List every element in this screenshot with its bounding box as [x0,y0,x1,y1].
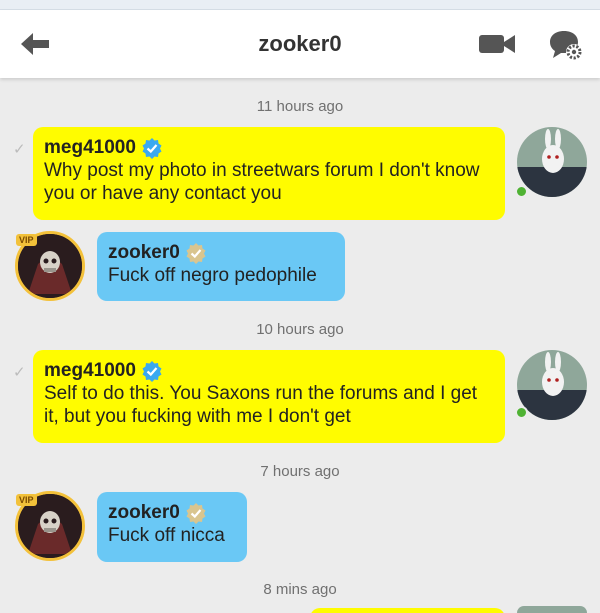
message-bubble-outgoing[interactable]: zooker0 Fuck off negro pedophile [97,232,345,301]
timestamp: 7 hours ago [260,463,340,480]
status-strip [0,0,600,10]
timestamp: 10 hours ago [256,321,344,338]
verified-badge-icon [142,137,162,159]
message-bubble-incoming[interactable]: meg41000 Why post my photo in streetwars… [33,127,505,220]
message-sender: zooker0 [108,502,180,523]
message-sender: meg41000 [44,137,136,158]
delivered-check-icon: ✓ [13,141,26,158]
message-bubble-outgoing[interactable]: zooker0 Fuck off nicca [97,492,247,562]
avatar[interactable] [517,606,587,613]
message-sender: zooker0 [108,242,180,263]
message-text: Why post my photo in streetwars forum I … [44,160,480,204]
message-text: Fuck off negro pedophile [108,265,317,286]
chat-settings-gear-icon[interactable] [548,28,584,62]
verified-badge-icon [186,242,206,264]
delivered-check-icon: ✓ [13,364,26,381]
vip-badge: VIP [16,234,37,246]
message-bubble-incoming[interactable] [310,608,505,613]
online-indicator [515,406,528,419]
vip-badge: VIP [16,494,37,506]
message-sender: meg41000 [44,360,136,381]
message-text: Fuck off nicca [108,525,225,546]
chat-header: zooker0 [0,10,600,78]
timestamp: 8 mins ago [263,581,337,598]
verified-badge-icon [142,360,162,382]
message-text: Self to do this. You Saxons run the foru… [44,383,478,427]
rabbit-avatar-image [517,127,587,197]
message-bubble-incoming[interactable]: meg41000 Self to do this. You Saxons run… [33,350,505,443]
online-indicator [515,185,528,198]
avatar[interactable] [517,127,587,197]
verified-badge-icon [186,502,206,524]
timestamp: 11 hours ago [256,98,344,115]
video-camera-icon[interactable] [478,32,516,56]
